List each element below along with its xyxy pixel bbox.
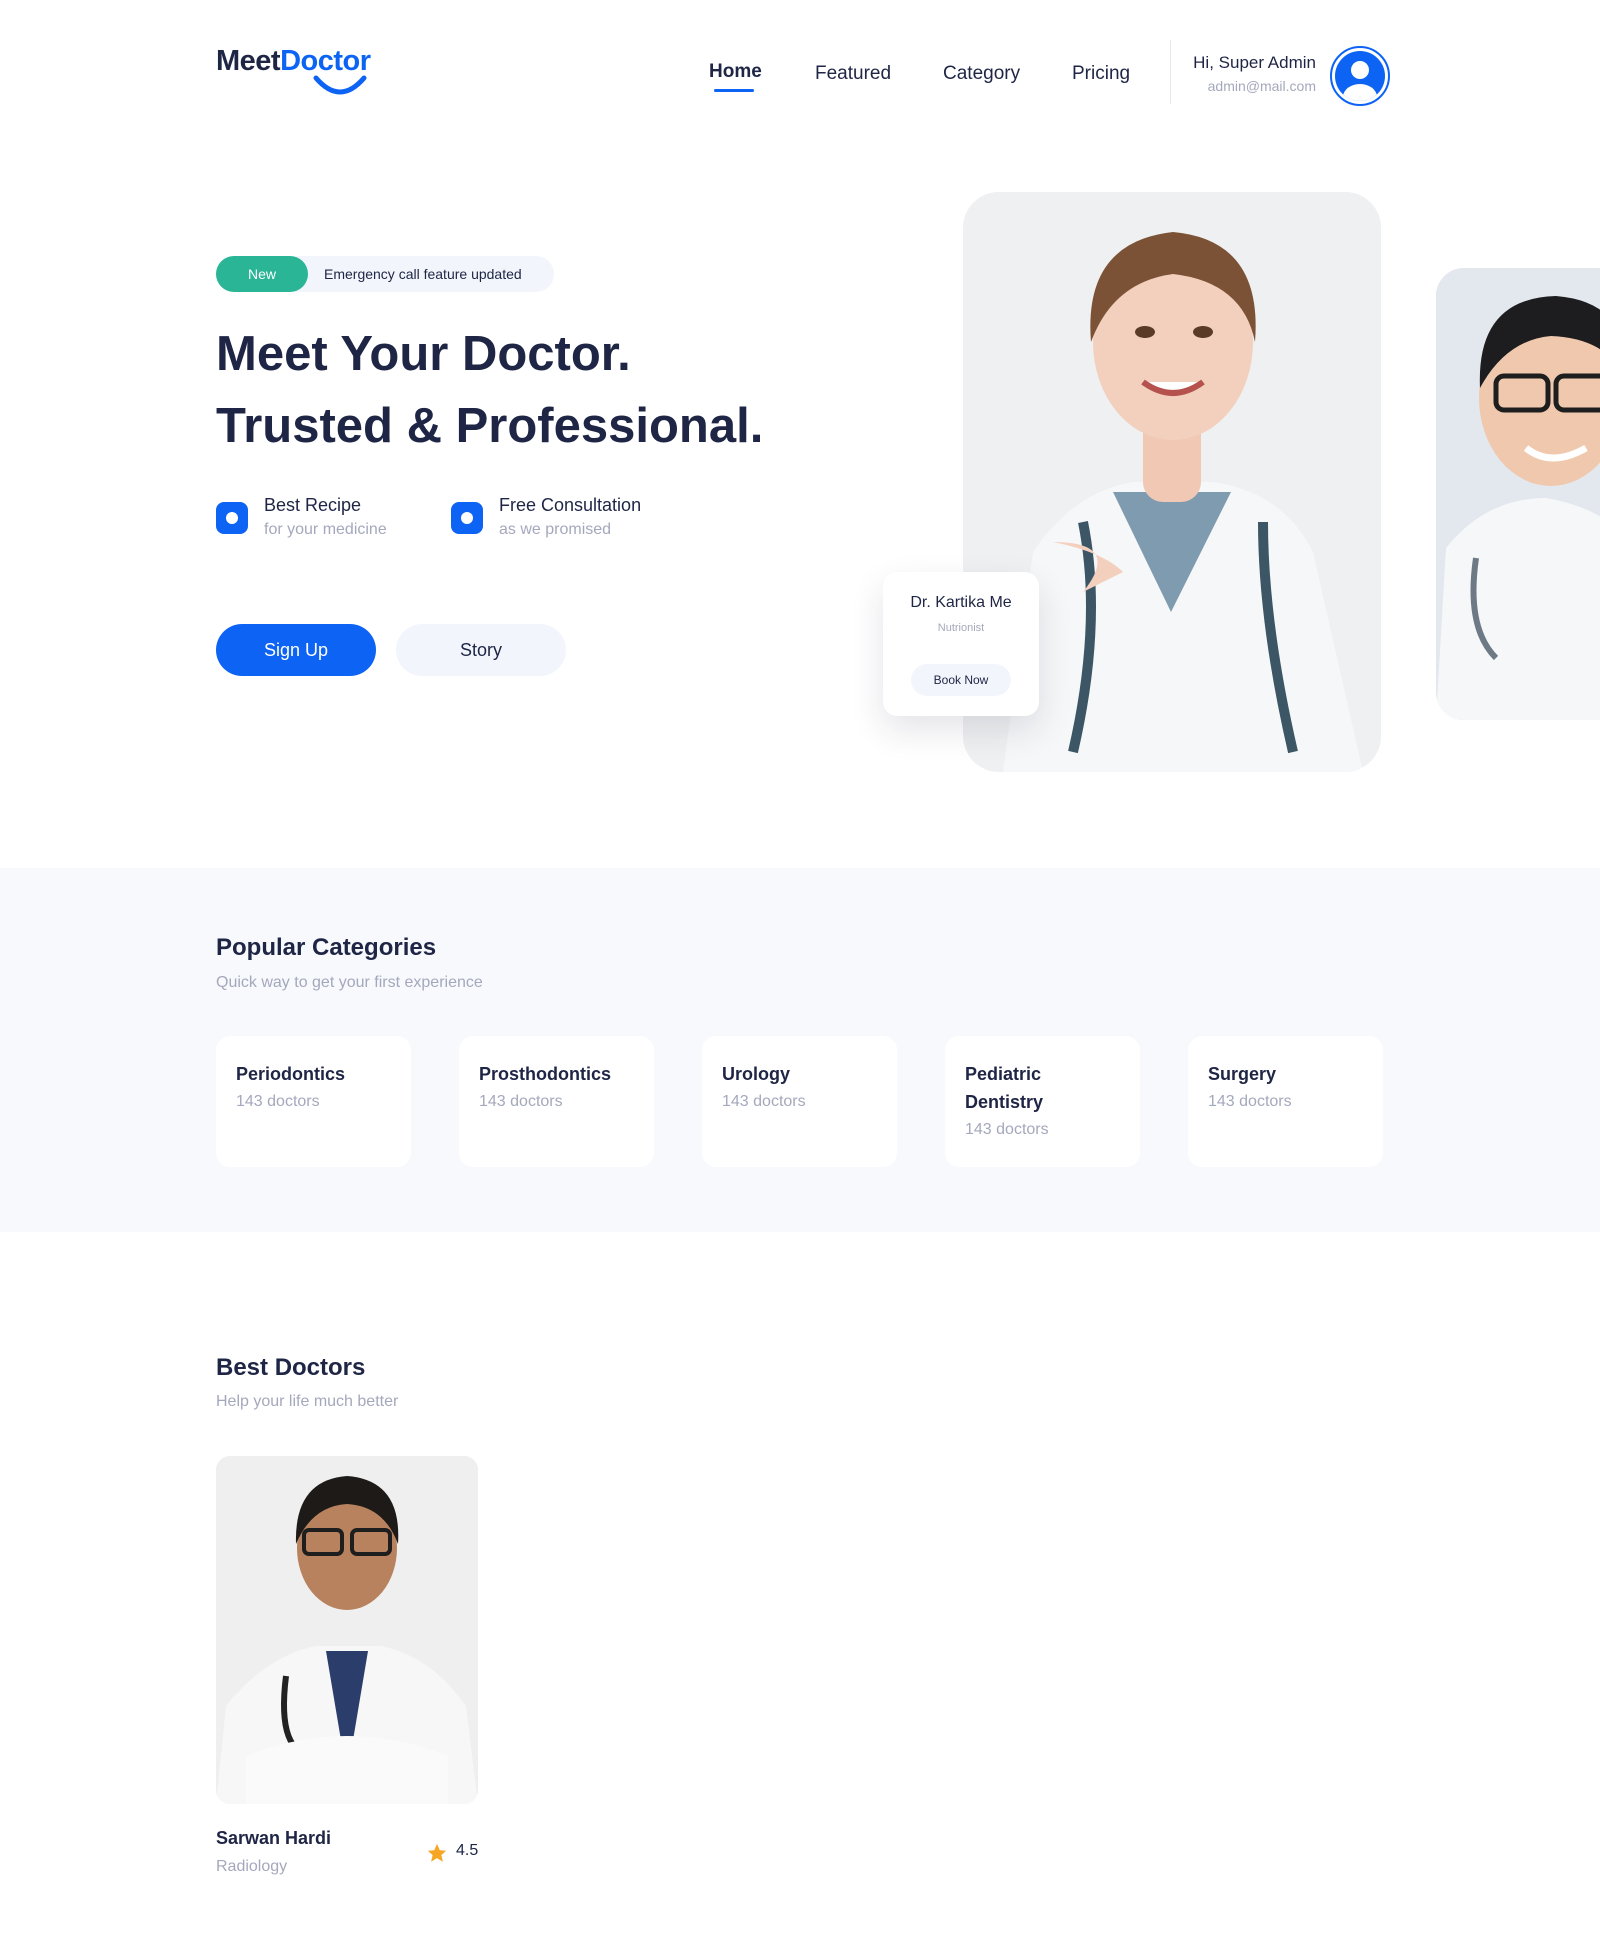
category-count: 143 doctors (479, 1093, 563, 1110)
announcement-text: Emergency call feature updated (324, 266, 522, 282)
user-greeting: Hi, Super Admin (1193, 53, 1316, 72)
nav-home[interactable]: Home (709, 60, 762, 84)
rating-value: 4.5 (456, 1842, 479, 1859)
doctor-name[interactable]: Sarwan Hardi (216, 1828, 331, 1849)
doctor-preview-card: Dr. Kartika Me Nutrionist Book Now (883, 572, 1039, 716)
doctor-card-name: Dr. Kartika Me (910, 594, 1012, 611)
story-button[interactable]: Story (396, 624, 566, 676)
feature-title: Best Recipe (264, 495, 362, 515)
best-doctors-title: Best Doctors (216, 1354, 366, 1381)
feature-title: Free Consultation (499, 495, 642, 515)
announcement-badge[interactable]: New Emergency call feature updated (216, 256, 554, 292)
logo-meet: Meet (216, 45, 281, 77)
hero-title-line-1: Meet Your Doctor. (216, 327, 631, 381)
hero-title-line-2: Trusted & Professional. (216, 399, 764, 453)
site-header: MeetDoctor Home Featured Category Pricin… (0, 0, 1600, 150)
nav-category[interactable]: Category (943, 62, 1020, 86)
book-now-button[interactable]: Book Now (911, 664, 1011, 696)
feature-subtitle: as we promised (499, 521, 612, 538)
category-card[interactable]: Pediatric Dentistry 143 doctors (945, 1036, 1140, 1167)
secondary-doctor-photo (1436, 268, 1600, 720)
hero-title: Meet Your Doctor. Trusted & Professional… (216, 318, 763, 462)
best-doctors-subtitle: Help your life much better (216, 1393, 399, 1410)
nav-featured[interactable]: Featured (815, 62, 891, 86)
category-count: 143 doctors (722, 1093, 806, 1110)
user-avatar-icon (1335, 51, 1385, 101)
user-avatar[interactable] (1330, 46, 1390, 106)
category-count: 143 doctors (236, 1093, 320, 1110)
category-name: Prosthodontics 143 doctors (479, 1060, 639, 1116)
category-name: Pediatric Dentistry 143 doctors (965, 1060, 1095, 1144)
user-email: admin@mail.com (1207, 78, 1316, 94)
category-card[interactable]: Surgery 143 doctors (1188, 1036, 1383, 1167)
category-name: Surgery 143 doctors (1208, 1060, 1368, 1116)
checkbox-icon (451, 502, 483, 534)
category-name: Urology 143 doctors (722, 1060, 882, 1116)
feature-subtitle: for your medicine (264, 521, 387, 538)
category-count: 143 doctors (1208, 1093, 1292, 1110)
checkbox-icon (216, 502, 248, 534)
logo[interactable]: MeetDoctor (216, 44, 396, 104)
new-tag: New (216, 256, 308, 292)
doctor-card-role: Nutrionist (937, 622, 985, 634)
doctor-photo[interactable] (216, 1456, 478, 1804)
nav-active-indicator (714, 89, 754, 92)
sign-up-button[interactable]: Sign Up (216, 624, 376, 676)
category-card[interactable]: Urology 143 doctors (702, 1036, 897, 1167)
categories-title: Popular Categories (216, 934, 437, 961)
popular-categories-section: Popular Categories Quick way to get your… (0, 868, 1600, 1232)
logo-doctor: Doctor (280, 45, 371, 77)
category-name: Periodontics 143 doctors (236, 1060, 396, 1116)
nav-pricing[interactable]: Pricing (1072, 62, 1130, 86)
smile-icon (313, 75, 367, 95)
categories-subtitle: Quick way to get your first experience (216, 974, 483, 991)
doctor-specialty: Radiology (216, 1858, 288, 1875)
category-card[interactable]: Prosthodontics 143 doctors (459, 1036, 654, 1167)
category-card[interactable]: Periodontics 143 doctors (216, 1036, 411, 1167)
category-count: 143 doctors (965, 1121, 1049, 1138)
star-icon (427, 1843, 447, 1862)
logo-text: MeetDoctor (216, 44, 396, 78)
header-divider (1170, 40, 1171, 104)
